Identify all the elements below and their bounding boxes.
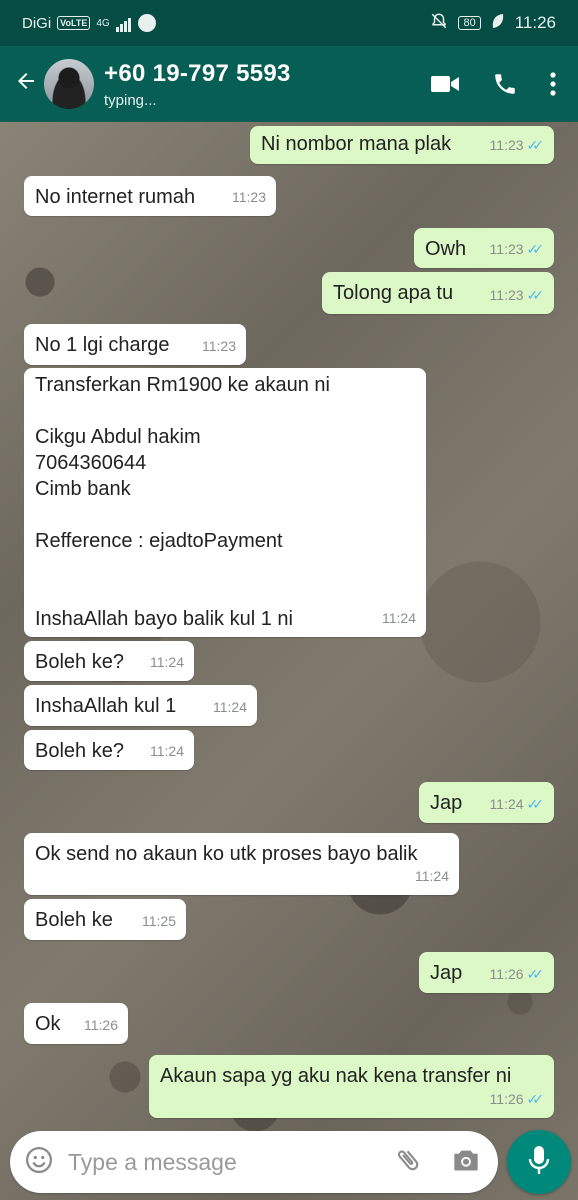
mic-button[interactable] bbox=[507, 1130, 571, 1194]
signal-icon bbox=[115, 15, 132, 32]
emoji-icon[interactable] bbox=[24, 1145, 54, 1180]
battery-indicator: 80 bbox=[458, 16, 481, 30]
message-bubble-out[interactable]: Ni nombor mana plak 11:23 ✓✓ bbox=[250, 126, 554, 164]
message-time: 11:24 bbox=[489, 796, 524, 812]
message-text: Akaun sapa yg aku nak kena transfer ni bbox=[160, 1065, 512, 1087]
message-text: Tolong apa tu bbox=[333, 282, 454, 304]
message-time: 11:23 bbox=[489, 241, 524, 257]
message-time: 11:25 bbox=[142, 913, 176, 929]
message-time: 11:24 bbox=[382, 610, 416, 626]
message-bubble-out[interactable]: Jap 11:24 ✓✓ bbox=[419, 782, 554, 823]
clock-time: 11:26 bbox=[514, 13, 556, 32]
more-vert-icon[interactable] bbox=[550, 72, 556, 96]
message-time: 11:23 bbox=[232, 189, 266, 205]
message-time: 11:23 bbox=[489, 287, 524, 303]
message-time: 11:23 bbox=[202, 338, 236, 354]
message-text: Ni nombor mana plak bbox=[261, 133, 452, 155]
leaf-icon bbox=[491, 13, 505, 34]
contact-status: typing... bbox=[104, 91, 157, 109]
mic-icon bbox=[528, 1145, 550, 1180]
message-text: No internet rumah bbox=[35, 186, 196, 208]
message-text: Jap bbox=[430, 792, 463, 814]
message-bubble-in[interactable]: Ok send no akaun ko utk proses bayo bali… bbox=[24, 833, 459, 895]
read-receipt-icon: ✓✓ bbox=[526, 241, 545, 257]
read-receipt-icon: ✓✓ bbox=[526, 796, 545, 812]
message-bubble-out[interactable]: Jap 11:26 ✓✓ bbox=[419, 952, 554, 993]
message-text: Ok bbox=[35, 1013, 61, 1035]
message-time: 11:24 bbox=[213, 699, 247, 715]
carrier-label: DiGi bbox=[22, 14, 52, 32]
message-bubble-in[interactable]: No internet rumah 11:23 bbox=[24, 176, 276, 216]
message-bubble-in[interactable]: Transferkan Rm1900 ke akaun ni Cikgu Abd… bbox=[24, 368, 426, 637]
message-composer bbox=[10, 1131, 498, 1193]
message-time: 11:26 bbox=[489, 966, 524, 982]
message-text: No 1 lgi charge bbox=[35, 334, 170, 356]
message-time: 11:23 bbox=[489, 137, 524, 153]
phone-icon[interactable] bbox=[492, 71, 518, 97]
message-bubble-in[interactable]: InshaAllah kul 1 11:24 bbox=[24, 685, 257, 726]
message-text: Boleh ke? bbox=[35, 651, 124, 673]
message-bubble-in[interactable]: Boleh ke? 11:24 bbox=[24, 730, 194, 770]
message-bubble-in[interactable]: Ok 11:26 bbox=[24, 1003, 128, 1044]
message-time: 11:24 bbox=[415, 868, 449, 884]
read-receipt-icon: ✓✓ bbox=[526, 966, 545, 982]
status-bar: DiGi VoLTE 4G 80 11:26 bbox=[0, 0, 578, 46]
message-bubble-in[interactable]: Boleh ke? 11:24 bbox=[24, 641, 194, 681]
attach-icon[interactable] bbox=[394, 1146, 422, 1179]
message-bubble-out[interactable]: Tolong apa tu 11:23 ✓✓ bbox=[322, 272, 554, 314]
message-time: 11:24 bbox=[150, 654, 184, 670]
contact-name: +60 19-797 5593 bbox=[104, 59, 291, 87]
message-text: Ok send no akaun ko utk proses bayo bali… bbox=[35, 843, 418, 865]
message-input[interactable] bbox=[68, 1148, 394, 1176]
message-time: 11:26 bbox=[489, 1091, 524, 1107]
read-receipt-icon: ✓✓ bbox=[526, 137, 545, 153]
message-bubble-in[interactable]: No 1 lgi charge 11:23 bbox=[24, 324, 246, 365]
message-text: InshaAllah kul 1 bbox=[35, 695, 177, 717]
video-call-icon[interactable] bbox=[430, 73, 460, 95]
message-time: 11:26 bbox=[84, 1017, 118, 1033]
back-arrow-icon[interactable] bbox=[8, 67, 44, 101]
chat-header: +60 19-797 5593 typing... bbox=[0, 46, 578, 122]
message-bubble-out[interactable]: Owh 11:23 ✓✓ bbox=[414, 228, 554, 268]
volte-badge: VoLTE bbox=[57, 16, 91, 30]
message-text: Boleh ke bbox=[35, 909, 113, 931]
message-text: Jap bbox=[430, 962, 463, 984]
message-bubble-in[interactable]: Boleh ke 11:25 bbox=[24, 899, 186, 940]
whatsapp-notification-icon bbox=[137, 14, 156, 32]
message-text: Owh bbox=[425, 238, 467, 260]
message-text: Transferkan Rm1900 ke akaun ni Cikgu Abd… bbox=[35, 374, 330, 630]
message-bubble-out[interactable]: Akaun sapa yg aku nak kena transfer ni 1… bbox=[149, 1055, 554, 1118]
read-receipt-icon: ✓✓ bbox=[526, 287, 545, 303]
network-type: 4G bbox=[96, 17, 110, 29]
avatar[interactable] bbox=[44, 59, 94, 109]
message-time: 11:24 bbox=[150, 743, 184, 759]
camera-icon[interactable] bbox=[452, 1147, 480, 1178]
contact-info[interactable]: +60 19-797 5593 typing... bbox=[104, 60, 291, 109]
read-receipt-icon: ✓✓ bbox=[526, 1091, 545, 1107]
message-text: Boleh ke? bbox=[35, 740, 124, 762]
mute-bell-icon bbox=[430, 12, 448, 35]
